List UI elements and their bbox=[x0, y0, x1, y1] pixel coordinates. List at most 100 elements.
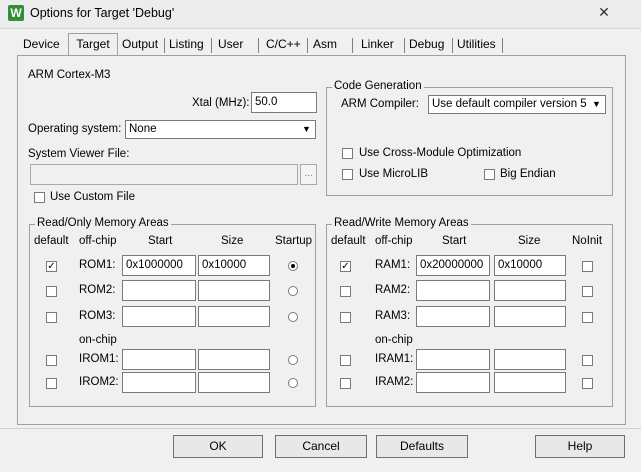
big-endian-label: Big Endian bbox=[500, 168, 556, 180]
size-input[interactable] bbox=[494, 349, 566, 370]
startup-radio[interactable] bbox=[288, 261, 298, 271]
memory-area-name: IROM2: bbox=[79, 376, 119, 388]
device-name: ARM Cortex-M3 bbox=[28, 69, 111, 81]
default-checkbox[interactable] bbox=[46, 312, 57, 323]
ro-col-offchip: off-chip bbox=[79, 235, 117, 247]
rw-onchip-label: on-chip bbox=[375, 334, 413, 346]
default-checkbox[interactable] bbox=[340, 312, 351, 323]
tab-c-cpp[interactable]: C/C++ bbox=[266, 35, 301, 54]
rw-col-noinit: NoInit bbox=[572, 235, 603, 247]
default-checkbox[interactable] bbox=[46, 355, 57, 366]
cross-module-checkbox[interactable] bbox=[342, 148, 353, 159]
tab-asm[interactable]: Asm bbox=[313, 35, 337, 54]
start-address-input[interactable] bbox=[416, 306, 490, 327]
startup-radio[interactable] bbox=[288, 378, 298, 388]
size-input[interactable] bbox=[198, 280, 270, 301]
tab-listing[interactable]: Listing bbox=[169, 35, 204, 54]
startup-radio[interactable] bbox=[288, 355, 298, 365]
os-select-value: None bbox=[129, 123, 157, 135]
tab-separator bbox=[404, 38, 405, 53]
tab-target[interactable]: Target bbox=[68, 33, 118, 56]
default-checkbox[interactable] bbox=[340, 286, 351, 297]
compiler-select[interactable]: Use default compiler version 5 ▼ bbox=[428, 95, 606, 114]
os-select[interactable]: None ▼ bbox=[125, 120, 316, 139]
defaults-button[interactable]: Defaults bbox=[376, 435, 468, 458]
default-checkbox[interactable]: ✓ bbox=[340, 261, 351, 272]
xtal-input[interactable]: 50.0 bbox=[251, 92, 317, 113]
startup-radio[interactable] bbox=[288, 286, 298, 296]
microlib-label: Use MicroLIB bbox=[359, 168, 429, 180]
tab-debug[interactable]: Debug bbox=[409, 35, 444, 54]
sysviewer-label: System Viewer File: bbox=[28, 148, 130, 160]
size-input[interactable] bbox=[494, 280, 566, 301]
footer-divider bbox=[0, 428, 641, 429]
start-address-input[interactable]: 0x20000000 bbox=[416, 255, 490, 276]
app-icon: W bbox=[8, 5, 24, 21]
tab-user[interactable]: User bbox=[218, 35, 243, 54]
startup-radio[interactable] bbox=[288, 312, 298, 322]
tab-separator bbox=[164, 38, 165, 53]
default-checkbox[interactable] bbox=[340, 355, 351, 366]
sysviewer-input[interactable] bbox=[30, 164, 298, 185]
default-checkbox[interactable]: ✓ bbox=[46, 261, 57, 272]
close-button[interactable]: ✕ bbox=[580, 2, 628, 22]
tab-utilities[interactable]: Utilities bbox=[457, 35, 496, 54]
tab-device[interactable]: Device bbox=[23, 35, 60, 54]
check-icon: ✓ bbox=[341, 261, 350, 272]
start-address-input[interactable] bbox=[122, 372, 196, 393]
start-address-input[interactable] bbox=[416, 280, 490, 301]
ro-col-size: Size bbox=[221, 235, 244, 247]
tab-separator bbox=[258, 38, 259, 53]
ro-memory-title: Read/Only Memory Areas bbox=[35, 217, 171, 229]
rw-col-default: default bbox=[331, 235, 366, 247]
noinit-checkbox[interactable] bbox=[582, 312, 593, 323]
help-button[interactable]: Help bbox=[535, 435, 625, 458]
size-input[interactable] bbox=[198, 349, 270, 370]
noinit-checkbox[interactable] bbox=[582, 261, 593, 272]
memory-area-name: RAM2: bbox=[375, 284, 411, 296]
tab-linker[interactable]: Linker bbox=[361, 35, 394, 54]
memory-area-name: IRAM1: bbox=[375, 353, 414, 365]
noinit-checkbox[interactable] bbox=[582, 378, 593, 389]
tab-separator bbox=[352, 38, 353, 53]
rw-col-size: Size bbox=[518, 235, 541, 247]
sysviewer-browse-button[interactable]: ... bbox=[300, 164, 317, 185]
size-input[interactable] bbox=[198, 372, 270, 393]
start-address-input[interactable] bbox=[122, 349, 196, 370]
rw-memory-title: Read/Write Memory Areas bbox=[332, 217, 471, 229]
start-address-input[interactable] bbox=[416, 372, 490, 393]
tab-output[interactable]: Output bbox=[122, 35, 158, 54]
codegen-title: Code Generation bbox=[332, 80, 424, 92]
size-input[interactable]: 0x10000 bbox=[494, 255, 566, 276]
size-input[interactable]: 0x10000 bbox=[198, 255, 270, 276]
start-address-input[interactable]: 0x1000000 bbox=[122, 255, 196, 276]
memory-area-name: RAM1: bbox=[375, 259, 411, 271]
big-endian-checkbox[interactable] bbox=[484, 169, 495, 180]
custom-file-checkbox[interactable] bbox=[34, 192, 45, 203]
microlib-checkbox[interactable] bbox=[342, 169, 353, 180]
start-address-input[interactable] bbox=[122, 306, 196, 327]
noinit-checkbox[interactable] bbox=[582, 355, 593, 366]
custom-file-label: Use Custom File bbox=[50, 191, 135, 203]
start-address-input[interactable] bbox=[416, 349, 490, 370]
default-checkbox[interactable] bbox=[340, 378, 351, 389]
cancel-button[interactable]: Cancel bbox=[275, 435, 367, 458]
cross-module-label: Use Cross-Module Optimization bbox=[359, 147, 522, 159]
ok-button[interactable]: OK bbox=[173, 435, 263, 458]
chevron-down-icon: ▼ bbox=[592, 99, 601, 109]
ro-onchip-label: on-chip bbox=[79, 334, 117, 346]
start-address-input[interactable] bbox=[122, 280, 196, 301]
default-checkbox[interactable] bbox=[46, 378, 57, 389]
tab-separator bbox=[452, 38, 453, 53]
window-title: Options for Target 'Debug' bbox=[30, 6, 175, 20]
memory-area-name: ROM2: bbox=[79, 284, 116, 296]
ro-col-start: Start bbox=[148, 235, 173, 247]
ro-col-startup: Startup bbox=[275, 235, 313, 247]
default-checkbox[interactable] bbox=[46, 286, 57, 297]
size-input[interactable] bbox=[494, 372, 566, 393]
tab-separator bbox=[211, 38, 212, 53]
noinit-checkbox[interactable] bbox=[582, 286, 593, 297]
compiler-select-value: Use default compiler version 5 bbox=[432, 98, 587, 110]
size-input[interactable] bbox=[198, 306, 270, 327]
size-input[interactable] bbox=[494, 306, 566, 327]
